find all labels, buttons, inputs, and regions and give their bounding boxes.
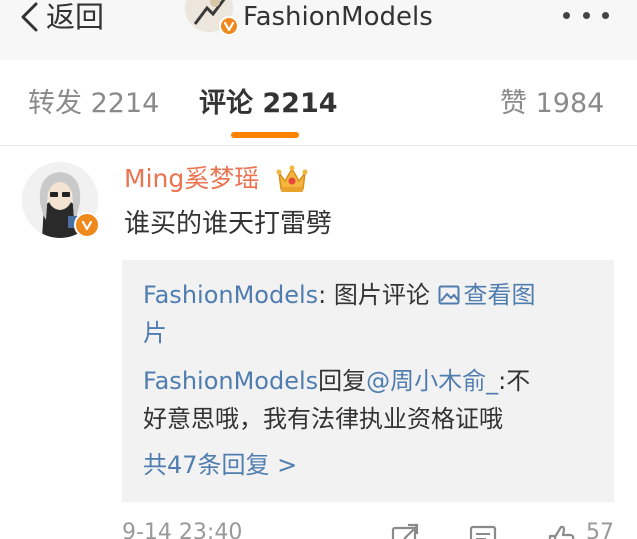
verified-badge-icon <box>219 16 239 36</box>
picture-icon <box>438 285 459 305</box>
tab-bar: 转发 2214 评论 2214 赞 1984 <box>0 60 637 146</box>
verified-badge-icon <box>74 212 100 238</box>
reply-line-3: FashionModels回复@周小木俞_:不 <box>143 362 530 400</box>
active-tab-indicator <box>231 132 299 138</box>
view-picture-link-cont[interactable]: 片 <box>143 319 167 347</box>
page-title: FashionModels <box>243 2 433 32</box>
comment-item: Ming奚梦瑶 谁买的谁天打雷劈 FashionModels: 图片评论 查看图… <box>0 146 637 539</box>
view-picture-link[interactable]: 查看图 <box>438 281 536 309</box>
like-count: 57 <box>586 520 614 539</box>
mention-link[interactable]: @周小木俞_ <box>366 367 498 395</box>
chevron-left-icon <box>21 2 38 32</box>
more-replies-link[interactable]: 共47条回复 > <box>143 446 297 484</box>
commenter-username[interactable]: Ming奚梦瑶 <box>124 162 259 196</box>
reply-verb: 回复 <box>318 367 367 395</box>
reply-text: :不 <box>498 367 531 395</box>
tab-comments[interactable]: 评论 2214 <box>199 84 338 124</box>
top-nav-bar: 返回 FashionModels <box>0 0 637 60</box>
comment-icon[interactable] <box>468 522 498 539</box>
back-label: 返回 <box>46 0 105 34</box>
comment-timestamp: 9-14 23:40 <box>122 520 243 539</box>
view-picture-label: 查看图 <box>463 281 536 309</box>
like-icon[interactable] <box>546 522 576 539</box>
weibo-comment-page: 返回 FashionModels 转发 2214 评论 2214 赞 1984 <box>0 0 637 539</box>
tab-likes[interactable]: 赞 1984 <box>500 84 604 124</box>
comment-text: 谁买的谁天打雷劈 <box>124 209 333 239</box>
comment-footer: 9-14 23:40 57 <box>122 518 622 539</box>
reply-static-text: : 图片评论 <box>318 281 438 309</box>
crown-icon <box>276 165 308 192</box>
account-avatar[interactable] <box>185 0 239 36</box>
more-dots-icon[interactable] <box>563 12 609 20</box>
repost-icon[interactable] <box>390 522 420 539</box>
reply-author-link[interactable]: FashionModels <box>143 281 318 309</box>
reply-author-link[interactable]: FashionModels <box>143 367 318 395</box>
back-button[interactable]: 返回 <box>18 0 104 34</box>
reply-line-2: 片 <box>143 314 167 352</box>
reply-line-4: 好意思哦，我有法律执业资格证哦 <box>143 405 503 433</box>
tab-reposts[interactable]: 转发 2214 <box>28 84 159 124</box>
reply-line-1: FashionModels: 图片评论 查看图 <box>143 276 536 314</box>
reply-thread-box[interactable]: FashionModels: 图片评论 查看图 片 FashionModels回… <box>122 260 614 502</box>
